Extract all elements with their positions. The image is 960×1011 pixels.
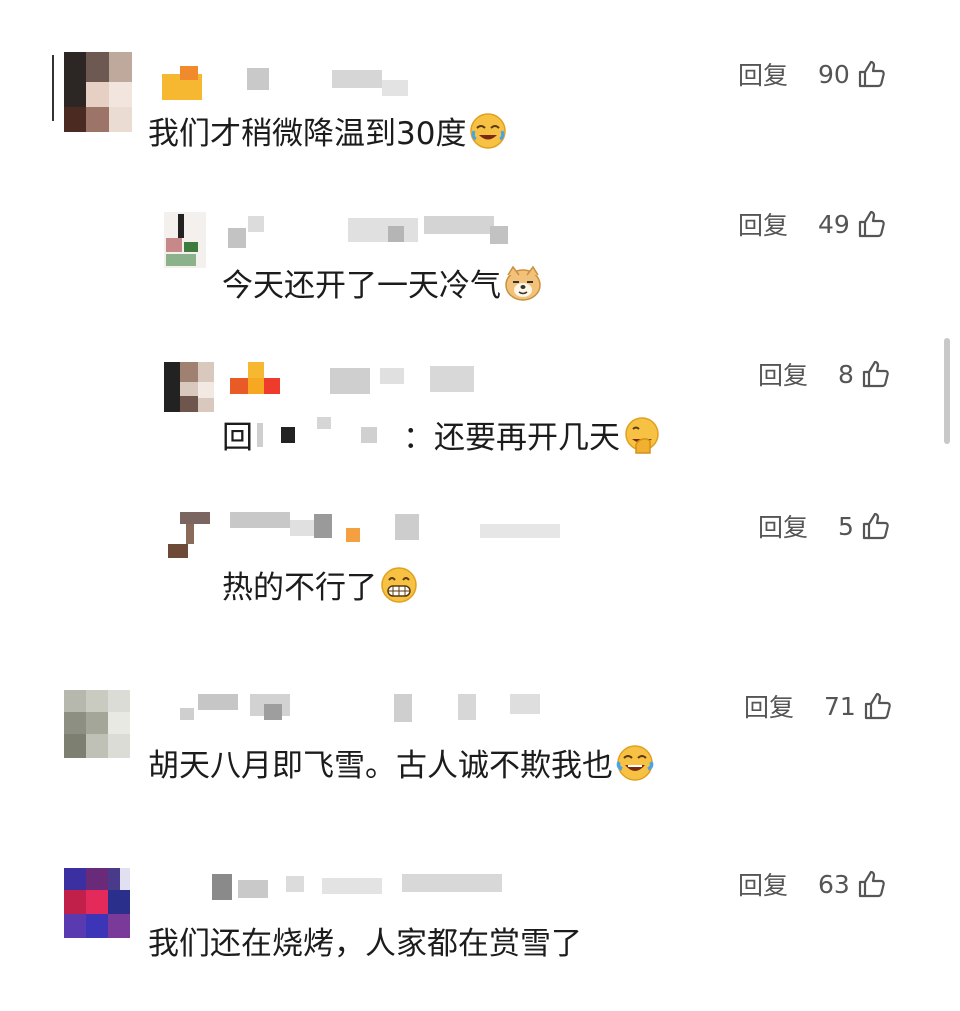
mention-blurred[interactable] xyxy=(253,416,403,447)
thumbs-up-icon xyxy=(858,870,885,898)
reply-button[interactable]: 回复 xyxy=(744,688,794,724)
avatar[interactable] xyxy=(64,52,132,132)
comment-actions: 回复 90 xyxy=(738,56,888,92)
avatar[interactable] xyxy=(64,690,130,758)
divider-line xyxy=(52,55,54,121)
avatar[interactable] xyxy=(164,512,214,562)
like-count: 71 xyxy=(824,691,856,721)
grin-emoji-icon xyxy=(381,566,417,603)
like-button[interactable]: 71 xyxy=(824,690,894,722)
comment-actions: 回复 5 xyxy=(758,508,892,544)
comment-actions: 回复 8 xyxy=(758,356,892,392)
like-count: 63 xyxy=(818,869,850,899)
username-blurred[interactable] xyxy=(230,362,490,402)
avatar[interactable] xyxy=(64,868,130,938)
like-button[interactable]: 8 xyxy=(838,358,892,390)
username-blurred[interactable] xyxy=(228,212,518,252)
thumbs-up-icon xyxy=(864,692,891,720)
comment-text: 我们还在烧烤，人家都在赏雪了 xyxy=(148,926,582,962)
like-count: 49 xyxy=(818,209,850,239)
comment-text: 回 ：还要再开几天 xyxy=(222,412,662,457)
reply-button[interactable]: 回复 xyxy=(758,356,808,392)
comment-actions: 回复 71 xyxy=(744,688,894,724)
avatar[interactable] xyxy=(164,212,206,268)
like-button[interactable]: 90 xyxy=(818,58,888,90)
scrollbar[interactable] xyxy=(944,338,950,444)
reply-button[interactable]: 回复 xyxy=(738,206,788,242)
username-blurred[interactable] xyxy=(162,66,412,106)
thumbs-up-icon xyxy=(858,210,885,238)
like-button[interactable]: 5 xyxy=(838,510,892,542)
like-button[interactable]: 63 xyxy=(818,868,888,900)
comment-text: 热的不行了 xyxy=(222,562,419,607)
username-blurred[interactable] xyxy=(180,690,550,730)
like-count: 90 xyxy=(818,59,850,89)
thumbs-up-icon xyxy=(862,512,889,540)
like-button[interactable]: 49 xyxy=(818,208,888,240)
crying-laughing-emoji-icon xyxy=(470,112,507,149)
comment-text: 胡天八月即飞雪。古人诚不欺我也 xyxy=(148,740,655,785)
reply-button[interactable]: 回复 xyxy=(738,866,788,902)
thumbs-up-icon xyxy=(862,360,889,388)
facepalm-emoji-icon xyxy=(625,416,659,454)
comment-actions: 回复 49 xyxy=(738,206,888,242)
reply-button[interactable]: 回复 xyxy=(758,508,808,544)
comment-thread: 回复 90 我们才稍微降温到30度 回复 49 今天还开了一天冷气 回复 8 回… xyxy=(0,0,960,1011)
comment-text: 今天还开了一天冷气 xyxy=(222,260,543,305)
thumbs-up-icon xyxy=(858,60,885,88)
like-count: 5 xyxy=(838,511,854,541)
avatar[interactable] xyxy=(164,362,214,412)
username-blurred[interactable] xyxy=(230,510,580,550)
username-blurred[interactable] xyxy=(212,872,512,912)
comment-text: 我们才稍微降温到30度 xyxy=(148,108,508,153)
reply-button[interactable]: 回复 xyxy=(738,56,788,92)
doge-emoji-icon xyxy=(505,265,541,301)
comment-actions: 回复 63 xyxy=(738,866,888,902)
like-count: 8 xyxy=(838,359,854,389)
tears-of-joy-emoji-icon xyxy=(616,744,654,781)
